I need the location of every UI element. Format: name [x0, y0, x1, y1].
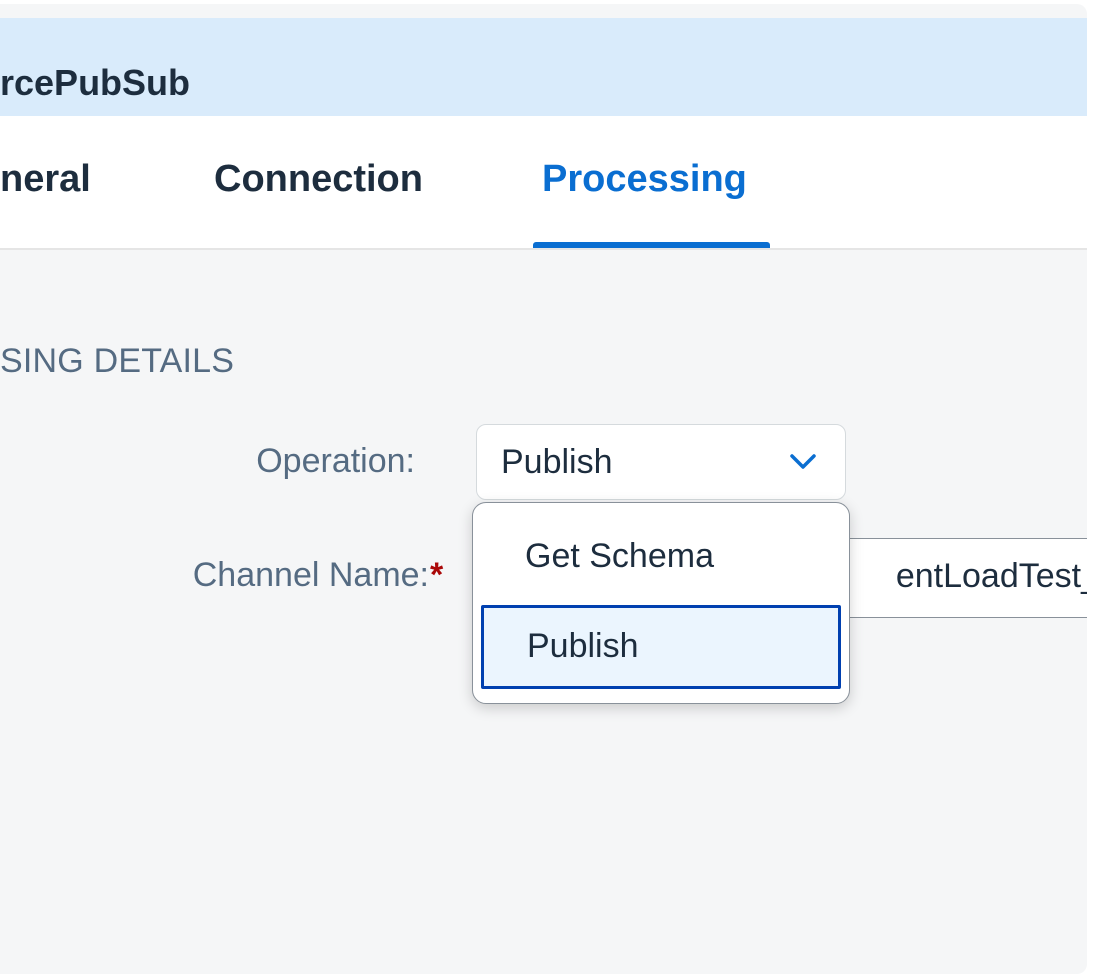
- tab-general[interactable]: neral: [0, 158, 91, 201]
- dialog-panel: rcePubSub neral Connection Processing SI…: [0, 4, 1087, 974]
- section-title: SING DETAILS: [0, 342, 235, 380]
- tab-processing[interactable]: Processing: [542, 158, 747, 201]
- channel-name-value: entLoadTest_: [895, 557, 1087, 595]
- tab-connection[interactable]: Connection: [214, 158, 423, 201]
- option-publish[interactable]: Publish: [481, 605, 841, 689]
- tab-bar: neral Connection Processing: [0, 116, 1087, 250]
- required-indicator: *: [430, 556, 444, 594]
- tab-selected-indicator: [533, 242, 770, 248]
- page-title: rcePubSub: [0, 62, 191, 103]
- operation-dropdown-list: Get Schema Publish: [472, 502, 850, 704]
- chevron-down-icon[interactable]: [783, 451, 823, 475]
- option-label: Publish: [527, 627, 639, 665]
- operation-select-value: Publish: [501, 443, 613, 481]
- operation-select[interactable]: Publish: [476, 424, 846, 500]
- option-get-schema[interactable]: Get Schema: [481, 515, 841, 599]
- option-label: Get Schema: [525, 537, 714, 575]
- operation-label: Operation:: [256, 442, 415, 480]
- channel-name-label: Channel Name:: [192, 556, 429, 594]
- title-bar: rcePubSub: [0, 18, 1087, 116]
